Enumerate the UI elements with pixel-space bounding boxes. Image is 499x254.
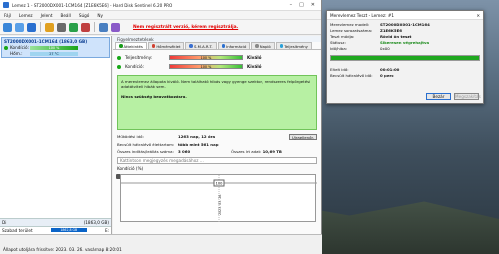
ok-status-icon xyxy=(117,55,121,60)
main-titlebar: Lemez 1 - ST2000DX001-1CM164 [Z1E6K5E6] … xyxy=(0,0,321,11)
log-icon xyxy=(255,44,259,48)
maximize-icon[interactable]: □ xyxy=(299,2,304,8)
check-icon xyxy=(119,44,123,48)
condition-chart: Kondíció (%) 100 2023. 03. 26. xyxy=(116,166,317,236)
condition-row: Kondíció: 100 % Kiváló xyxy=(117,62,317,71)
volume-label: Di xyxy=(2,220,7,225)
register-link[interactable]: Nem regisztrált verzió, kérem regisztrál… xyxy=(133,25,238,30)
comment-input[interactable]: Kattintson megjegyzés megadásához ... xyxy=(117,157,317,164)
condition-bar: 100 % xyxy=(169,64,243,69)
chip-icon xyxy=(189,44,193,48)
main-title: Lemez 1 - ST2000DX001-1CM164 [Z1E6K5E6] … xyxy=(12,2,173,8)
power-on-time: 1263 nap, 12 óra xyxy=(178,134,216,139)
dialog-abort-button[interactable]: Megszakítás xyxy=(454,93,481,100)
menubar: Fájl Lemez Jelent Beáll Súgó Ny xyxy=(0,11,321,20)
temperature-label: Hőm.: xyxy=(10,51,23,56)
close-icon[interactable]: ✕ xyxy=(311,2,315,8)
remaining-lifetime: több mint 561 nap xyxy=(178,142,219,147)
dialog-progress-fill xyxy=(331,56,479,60)
settings-icon[interactable] xyxy=(57,22,66,32)
condition-bar: 100 % xyxy=(30,45,78,50)
temperature-bar: 27 °C xyxy=(30,51,78,56)
disk-stats: Működési idő: 1263 nap, 12 óra Újraellen… xyxy=(113,130,321,154)
free-space-bar: 1862,8 GB xyxy=(50,228,87,232)
dialog-remaining: 0 perc xyxy=(380,73,394,78)
app-icon xyxy=(3,2,9,8)
dialog-test-mode: Rövid ön teszt xyxy=(380,34,412,39)
menu-help[interactable]: Súgó xyxy=(79,13,90,18)
status-bar: Állapot utoljára frissítve: 2023. 03. 26… xyxy=(0,234,322,254)
tab-bar: Áttekintés Hőmérséklet S.M.A.R.T. Inform… xyxy=(113,42,321,50)
no-action-message: Nincs szükség beavatkozásra. xyxy=(121,94,187,99)
performance-bar: 100 % xyxy=(169,55,243,60)
tab-information[interactable]: Információ xyxy=(217,42,251,49)
stop-icon[interactable] xyxy=(81,22,90,32)
menu-lang[interactable]: Ny xyxy=(97,13,103,18)
info-icon xyxy=(221,44,226,48)
alert-icon[interactable] xyxy=(45,22,54,32)
dialog-status: Sikeresen végrehajtva xyxy=(380,40,430,45)
volume-info[interactable]: Di (1863,0 GB) xyxy=(0,218,111,226)
tab-overview[interactable]: Áttekintés xyxy=(115,42,147,49)
chart-title: Kondíció (%) xyxy=(117,166,144,171)
thermometer-icon xyxy=(151,44,156,48)
disk-list-panel: ST2000DX001-1CM164 (1863,0 GB) Kondíció:… xyxy=(0,36,112,234)
recheck-button[interactable]: Újraellenőr. xyxy=(288,134,317,140)
report-icon[interactable] xyxy=(27,22,36,32)
ok-status-icon xyxy=(117,64,121,69)
overview-panel: Figyelmeztetések Áttekintés Hőmérséklet … xyxy=(113,36,321,234)
chart-plot: 100 2023. 03. 26. xyxy=(120,174,317,223)
info-icon[interactable] xyxy=(99,22,108,32)
dialog-title: Merevlemez Teszt - Lemez: #1 xyxy=(330,12,395,18)
menu-settings[interactable]: Beáll xyxy=(60,13,70,18)
chart-date-label: 2023. 03. 26. xyxy=(218,194,222,215)
condition-label: Kondíció: xyxy=(10,45,30,50)
dialog-details: Merevlemez modell: ST2000DX001-1CM164 Lem… xyxy=(327,20,483,53)
menu-report[interactable]: Jelent xyxy=(41,13,53,18)
disk-test-dialog: Merevlemez Teszt - Lemez: #1 ✕ Merevleme… xyxy=(326,10,484,104)
menu-disk[interactable]: Lemez xyxy=(19,13,33,18)
test-icon[interactable] xyxy=(69,22,78,32)
free-space-label: Szabad terület xyxy=(2,228,33,233)
dialog-close-button[interactable]: Bezár xyxy=(426,93,451,100)
dialog-close-icon[interactable]: ✕ xyxy=(476,13,480,18)
help-icon[interactable] xyxy=(111,22,120,32)
last-updated-text: Állapot utoljára frissítve: 2023. 03. 26… xyxy=(3,247,122,252)
dialog-serial: Z1E6K5E6 xyxy=(380,28,402,33)
tab-smart[interactable]: S.M.A.R.T. xyxy=(185,42,217,49)
main-window: Lemez 1 - ST2000DX001-1CM164 [Z1E6K5E6] … xyxy=(0,0,322,254)
condition-value: Kiváló xyxy=(247,64,262,69)
dialog-progress-bar xyxy=(330,55,480,61)
toolbar: Nem regisztrált verzió, kérem regisztrál… xyxy=(0,20,321,35)
drive-letter: E: xyxy=(104,228,109,233)
start-stop-count: 3 060 xyxy=(178,149,191,154)
total-written: 10,69 TB xyxy=(262,149,282,154)
health-message: A merevlemez állapota kiváló. Nem találh… xyxy=(121,79,311,89)
performance-row: Teljesítmény: 100 % Kiváló xyxy=(117,53,317,62)
refresh-icon[interactable] xyxy=(3,22,12,32)
tab-log[interactable]: Napló xyxy=(251,42,275,49)
disk-list-item[interactable]: ST2000DX001-1CM164 (1863,0 GB) Kondíció:… xyxy=(1,37,110,58)
health-message-box: A merevlemez állapota kiváló. Nem találh… xyxy=(117,75,317,130)
dialog-error-code: 0x00 xyxy=(380,46,390,51)
dialog-elapsed: 00:01:00 xyxy=(380,67,400,72)
tab-performance[interactable]: Teljesítmény xyxy=(275,42,312,49)
dialog-titlebar: Merevlemez Teszt - Lemez: #1 ✕ xyxy=(327,11,483,20)
disk-name: ST2000DX001-1CM164 (1863,0 GB) xyxy=(4,39,88,44)
tab-temperature[interactable]: Hőmérséklet xyxy=(147,42,185,49)
performance-value: Kiváló xyxy=(247,55,262,60)
menu-file[interactable]: Fájl xyxy=(4,13,11,18)
dialog-model: ST2000DX001-1CM164 xyxy=(380,22,430,27)
ok-status-icon xyxy=(4,45,8,50)
volume-size: (1863,0 GB) xyxy=(83,220,109,225)
disk-icon[interactable] xyxy=(15,22,24,32)
minimize-icon[interactable]: – xyxy=(290,2,293,8)
performance-icon xyxy=(279,44,284,48)
chart-point-label: 100 xyxy=(216,182,224,186)
